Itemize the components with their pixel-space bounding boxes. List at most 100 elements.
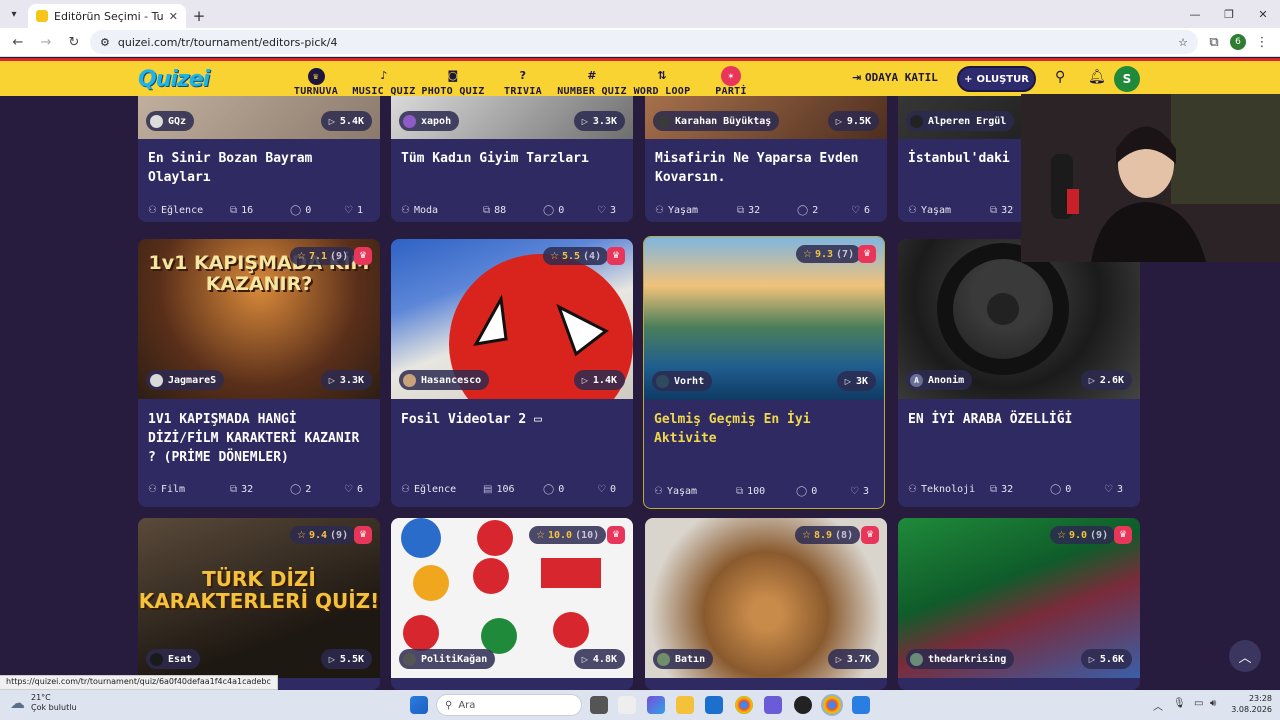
close-tab-icon[interactable]: ✕ bbox=[169, 10, 178, 23]
heart-icon[interactable]: ♡ bbox=[344, 205, 353, 216]
weather-widget[interactable]: ☁ 21°C Çok bulutlu bbox=[10, 693, 77, 713]
bell-icon[interactable]: 🔔︎ bbox=[1088, 69, 1106, 85]
browser-tab[interactable]: Editörün Seçimi - Turnuva - Qu ✕ bbox=[28, 4, 186, 28]
copilot-icon[interactable] bbox=[647, 696, 665, 714]
user-avatar[interactable]: S bbox=[1114, 66, 1140, 92]
category-label[interactable]: Eğlence bbox=[414, 484, 456, 495]
tray-chevron-icon[interactable]: ︿ bbox=[1153, 698, 1163, 713]
play-icon: ▷ bbox=[1088, 654, 1095, 664]
nav-photo-quiz[interactable]: ◙ PHOTO QUIZ bbox=[421, 63, 484, 97]
quiz-title[interactable]: Gelmiş Geçmiş En İyi Aktivite bbox=[654, 410, 876, 448]
file-icon[interactable] bbox=[618, 696, 636, 714]
close-window-icon[interactable]: ✕ bbox=[1246, 0, 1280, 28]
author-chip[interactable]: GQz bbox=[146, 111, 195, 131]
author-chip[interactable]: Vorht bbox=[652, 371, 713, 391]
microphone-icon[interactable]: 🎙︎ bbox=[1173, 698, 1186, 709]
site-info-icon[interactable]: ⚙ bbox=[100, 36, 110, 49]
file-explorer-icon[interactable] bbox=[676, 696, 694, 714]
search-icon[interactable]: ⚲ bbox=[1055, 69, 1065, 85]
category-label[interactable]: Moda bbox=[414, 205, 438, 216]
extensions-icon[interactable]: ⧉ bbox=[1202, 30, 1226, 54]
author-chip[interactable]: Esat bbox=[146, 649, 201, 669]
new-tab-icon[interactable]: + bbox=[186, 4, 212, 28]
heart-icon[interactable]: ♡ bbox=[344, 484, 353, 495]
heart-icon[interactable]: ♡ bbox=[850, 486, 859, 497]
heart-icon[interactable]: ♡ bbox=[597, 484, 606, 495]
quiz-title[interactable]: En Sinir Bozan Bayram Olayları bbox=[148, 149, 370, 187]
author-chip[interactable]: Karahan Büyüktaş bbox=[653, 111, 780, 131]
author-chip[interactable]: thedarkrising bbox=[906, 649, 1015, 669]
quiz-card[interactable]: A Anonim ▷ 2.6K EN İYİ ARABA ÖZELLİĞİ ⚇ Tek… bbox=[898, 239, 1140, 507]
heart-icon[interactable]: ♡ bbox=[1104, 484, 1113, 495]
system-clock[interactable]: 23:28 3.08.2026 bbox=[1226, 693, 1272, 715]
back-icon[interactable]: ← bbox=[6, 30, 30, 54]
author-chip[interactable]: xapoh bbox=[399, 111, 460, 131]
author-chip[interactable]: JagmareS bbox=[146, 370, 225, 390]
bookmark-star-icon[interactable]: ☆ bbox=[1178, 36, 1188, 49]
category-label[interactable]: Film bbox=[161, 484, 185, 495]
author-chip[interactable]: Batın bbox=[653, 649, 714, 669]
restore-icon[interactable]: ❐ bbox=[1212, 0, 1246, 28]
address-bar[interactable]: ⚙ quizei.com/tr/tournament/editors-pick/… bbox=[90, 30, 1198, 54]
quiz-title[interactable]: Fosil Videolar 2 ▭ bbox=[401, 410, 623, 429]
quiz-card-hovered[interactable]: ☆ 9.3 (7) ♛ Vorht ▷ 3K Gelmiş Geçmiş En İyi… bbox=[643, 236, 885, 509]
comment-count: 2 bbox=[812, 204, 819, 216]
scroll-to-top-button[interactable]: ︿ bbox=[1229, 640, 1261, 672]
forward-icon[interactable]: → bbox=[34, 30, 58, 54]
create-button[interactable]: + OLUŞTUR bbox=[957, 66, 1036, 92]
quizei-logo[interactable]: Quizei bbox=[138, 67, 210, 92]
rating-count: (4) bbox=[583, 250, 602, 262]
quiz-title[interactable]: EN İYİ ARABA ÖZELLİĞİ bbox=[908, 410, 1130, 429]
nav-word-loop[interactable]: ⇅ WORD LOOP bbox=[634, 63, 691, 97]
play-icon: ▷ bbox=[835, 654, 842, 664]
quiz-title[interactable]: Misafirin Ne Yaparsa Evden Kovarsın. bbox=[655, 149, 877, 187]
join-room-button[interactable]: ⇥ ODAYA KATIL bbox=[852, 71, 938, 84]
nav-trivia[interactable]: ? TRIVIA bbox=[504, 63, 542, 97]
category-label[interactable]: Yaşam bbox=[667, 486, 697, 497]
author-chip[interactable]: Hasancesco bbox=[399, 370, 490, 390]
heart-icon[interactable]: ♡ bbox=[597, 205, 606, 216]
profile-icon[interactable]: 6 bbox=[1230, 34, 1246, 50]
browser-menu-icon[interactable]: ⋮ bbox=[1250, 30, 1274, 54]
photos-icon[interactable] bbox=[852, 696, 870, 714]
author-chip[interactable]: A Anonim bbox=[906, 370, 973, 390]
rating-badge: ☆ 10.0 (10) bbox=[529, 526, 607, 544]
category-label[interactable]: Yaşam bbox=[668, 205, 698, 216]
nav-music-quiz[interactable]: ♪ MUSIC QUIZ bbox=[352, 63, 415, 97]
display-icon[interactable]: ▭ bbox=[1194, 698, 1203, 709]
quiz-title[interactable]: 1V1 KAPIŞMADA HANGİ DİZİ/FİLM KARAKTERİ … bbox=[148, 410, 370, 467]
windows-start-icon[interactable] bbox=[410, 696, 428, 714]
taskbar-search[interactable]: ⚲ Ara bbox=[436, 694, 582, 716]
quiz-card[interactable]: Karahan Büyüktaş ▷ 9.5K Misafirin Ne Yapa… bbox=[645, 96, 887, 222]
reload-icon[interactable]: ↻ bbox=[62, 30, 86, 54]
quiz-card[interactable]: 1v1 KAPIŞMADA KİM KAZANIR? ☆ 7.1 (9) ♛ Jag… bbox=[138, 239, 380, 507]
chrome-active-icon[interactable] bbox=[821, 694, 843, 716]
nav-number-quiz[interactable]: # NUMBER QUIZ bbox=[557, 63, 626, 97]
minimize-icon[interactable]: — bbox=[1178, 0, 1212, 28]
quiz-card[interactable]: ☆ 8.9 (8) ♛ Batın ▷ 3.7K bbox=[645, 518, 887, 690]
nav-parti[interactable]: ✶ PARTİ bbox=[714, 63, 748, 97]
nav-turnuva[interactable]: ♛ TURNUVA bbox=[294, 63, 338, 97]
quiz-card[interactable]: xapoh ▷ 3.3K Tüm Kadın Giyim Tarzları ⚇ Mo… bbox=[391, 96, 633, 222]
quiz-card[interactable]: ☆ 9.0 (9) ♛ thedarkrising ▷ 5.6K bbox=[898, 518, 1140, 690]
quiz-card[interactable]: ☆ 5.5 (4) ♛ Hasancesco ▷ 1.4K Fosil Videola… bbox=[391, 239, 633, 507]
quiz-title[interactable]: Tüm Kadın Giyim Tarzları bbox=[401, 149, 623, 168]
obs-icon[interactable] bbox=[794, 696, 812, 714]
author-chip[interactable]: Alperen Ergül bbox=[906, 111, 1015, 131]
category-label[interactable]: Yaşam bbox=[921, 205, 951, 216]
category-label[interactable]: Eğlence bbox=[161, 205, 203, 216]
category-label[interactable]: Teknoloji bbox=[921, 484, 975, 495]
quiz-card[interactable]: ☆ 10.0 (10) ♛ PolitiKağan ▷ 4.8K bbox=[391, 518, 633, 690]
tab-search-icon[interactable]: ▾ bbox=[0, 0, 28, 28]
task-view-icon[interactable] bbox=[590, 696, 608, 714]
app-icon[interactable] bbox=[764, 696, 782, 714]
volume-icon[interactable]: 🔊︎ bbox=[1210, 698, 1216, 709]
quiz-card[interactable]: TÜRK DİZİ KARAKTERLERİ QUİZ! ☆ 9.4 (9) ♛ E… bbox=[138, 518, 380, 690]
store-icon[interactable] bbox=[705, 696, 723, 714]
author-chip[interactable]: PolitiKağan bbox=[399, 649, 496, 669]
author-avatar bbox=[656, 374, 669, 388]
quiz-card[interactable]: GQz ▷ 5.4K En Sinir Bozan Bayram Olayları… bbox=[138, 96, 380, 222]
views-chip: ▷ 1.4K bbox=[573, 370, 625, 390]
heart-icon[interactable]: ♡ bbox=[851, 205, 860, 216]
chrome-icon[interactable] bbox=[735, 696, 753, 714]
